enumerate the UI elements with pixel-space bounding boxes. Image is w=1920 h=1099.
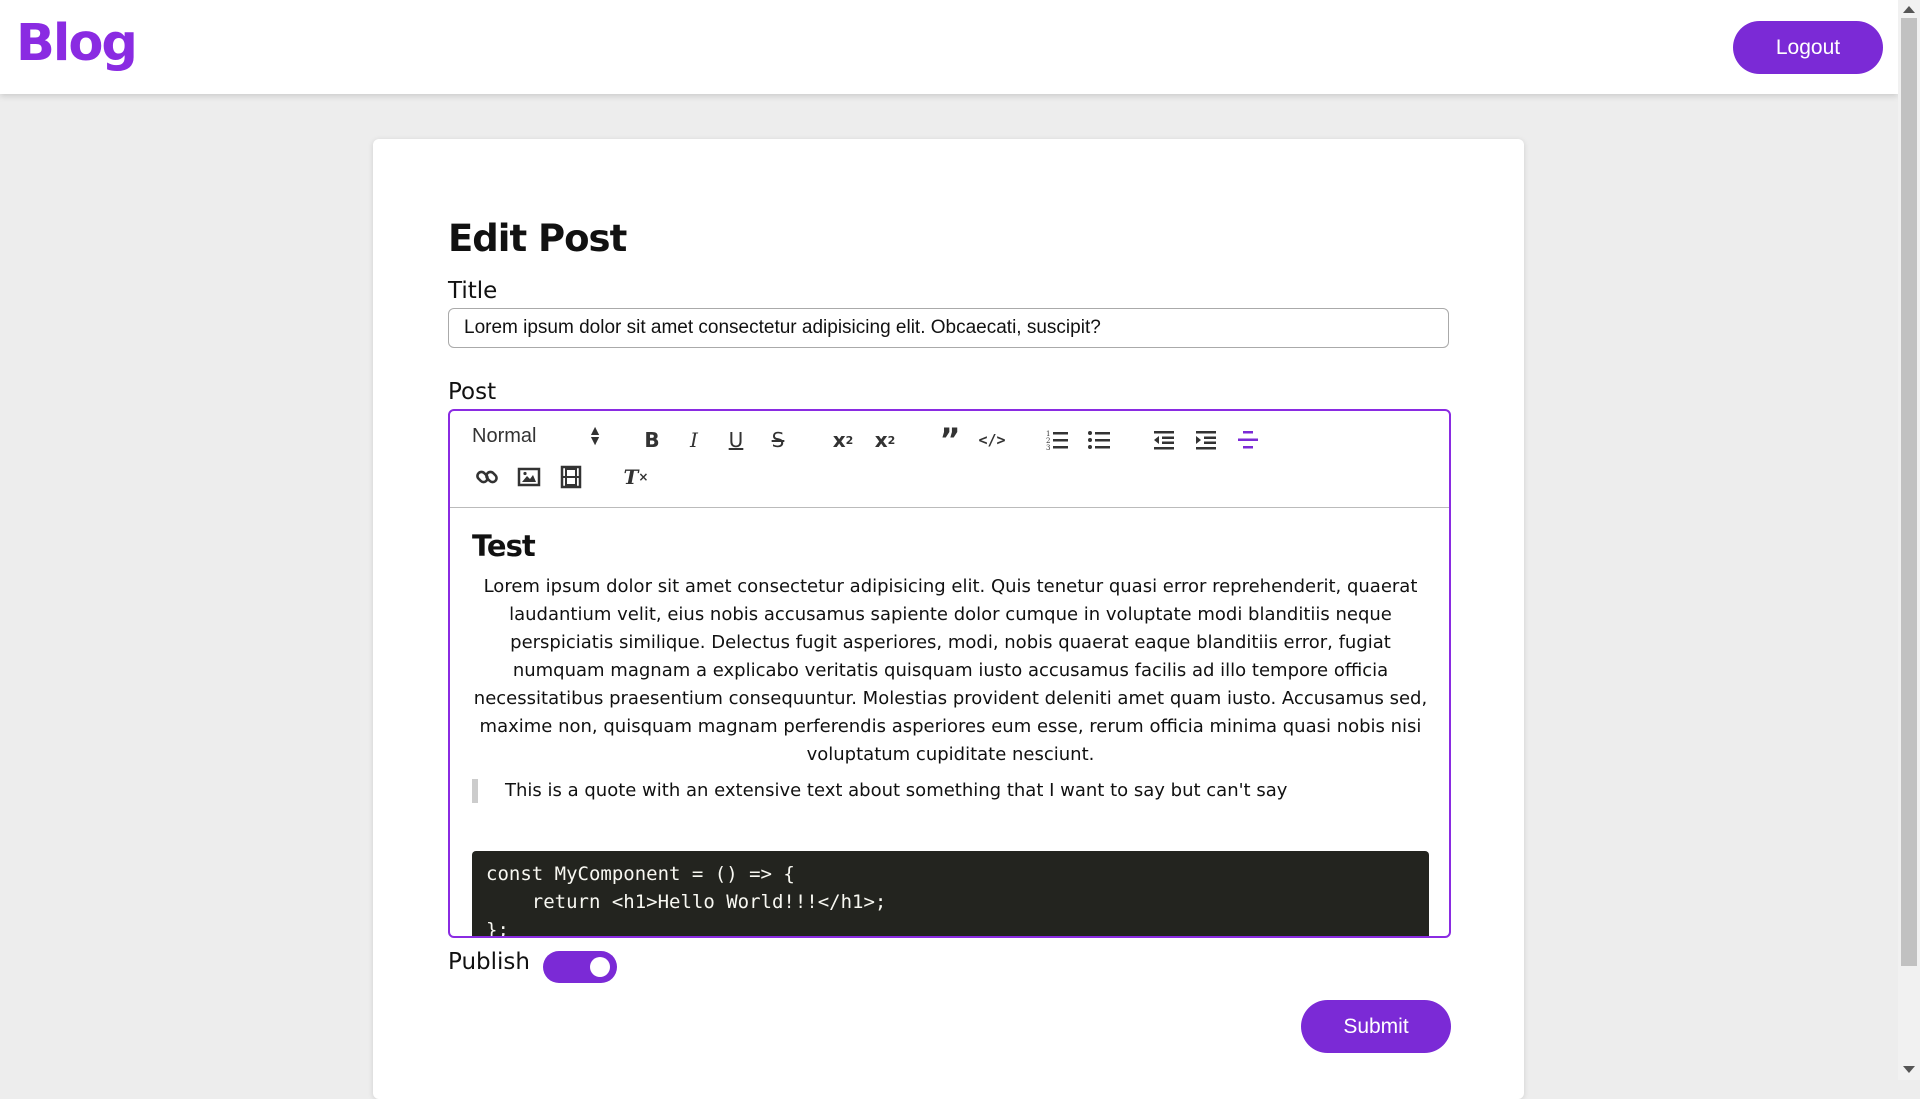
content-heading: Test <box>472 529 536 563</box>
code-block-icon[interactable]: </> <box>977 425 1007 455</box>
title-input[interactable] <box>448 308 1449 348</box>
strikethrough-icon[interactable]: S <box>763 425 793 455</box>
editor-content[interactable]: Test Lorem ipsum dolor sit amet consecte… <box>472 529 1429 936</box>
blockquote-icon[interactable]: ” <box>935 421 965 459</box>
select-arrows-icon: ▲ ▼ <box>588 422 602 448</box>
indent-icon[interactable] <box>1191 425 1221 455</box>
top-header: Blog Logout <box>0 0 1898 94</box>
logout-button[interactable]: Logout <box>1733 21 1883 74</box>
page-scrollbar[interactable] <box>1898 0 1920 1080</box>
scrollbar-thumb[interactable] <box>1901 18 1917 966</box>
scroll-down-icon[interactable] <box>1903 1066 1915 1073</box>
page-title: Edit Post <box>448 217 627 260</box>
publish-label: Publish <box>448 949 530 975</box>
publish-toggle[interactable] <box>543 951 617 983</box>
rich-text-editor[interactable]: Normal ▲ ▼ B I U S x2 x2 ” </> 123 T × T… <box>448 409 1451 938</box>
content-paragraph: Lorem ipsum dolor sit amet consectetur a… <box>473 576 1428 765</box>
italic-icon[interactable]: I <box>679 425 709 455</box>
video-icon[interactable] <box>556 462 586 492</box>
underline-icon[interactable]: U <box>721 425 751 455</box>
content-code-block: const MyComponent = () => { return <h1>H… <box>472 851 1429 936</box>
subscript-icon[interactable]: x2 <box>828 425 858 455</box>
post-label: Post <box>448 379 497 405</box>
format-select[interactable]: Normal ▲ ▼ <box>472 422 602 455</box>
link-icon[interactable] <box>472 462 502 492</box>
edit-post-card: Edit Post Title Post Normal ▲▼ B I U S x… <box>373 139 1524 1099</box>
title-label: Title <box>448 278 498 304</box>
format-select-value: Normal <box>472 425 537 447</box>
editor-toolbar: Normal ▲ ▼ B I U S x2 x2 ” </> 123 T × <box>450 411 1449 508</box>
toggle-knob <box>590 957 610 977</box>
ordered-list-icon[interactable]: 123 <box>1042 425 1072 455</box>
image-icon[interactable] <box>514 462 544 492</box>
submit-button[interactable]: Submit <box>1301 1000 1451 1053</box>
blog-logo[interactable]: Blog <box>16 14 138 73</box>
svg-text:3: 3 <box>1046 444 1050 452</box>
superscript-icon[interactable]: x2 <box>870 425 900 455</box>
content-blockquote: This is a quote with an extensive text a… <box>472 779 1429 803</box>
clear-format-icon[interactable]: T × <box>621 462 651 492</box>
align-center-icon[interactable] <box>1233 425 1263 455</box>
bullet-list-icon[interactable] <box>1084 425 1114 455</box>
scroll-up-icon[interactable] <box>1903 6 1915 13</box>
bold-icon[interactable]: B <box>637 425 667 455</box>
outdent-icon[interactable] <box>1149 425 1179 455</box>
